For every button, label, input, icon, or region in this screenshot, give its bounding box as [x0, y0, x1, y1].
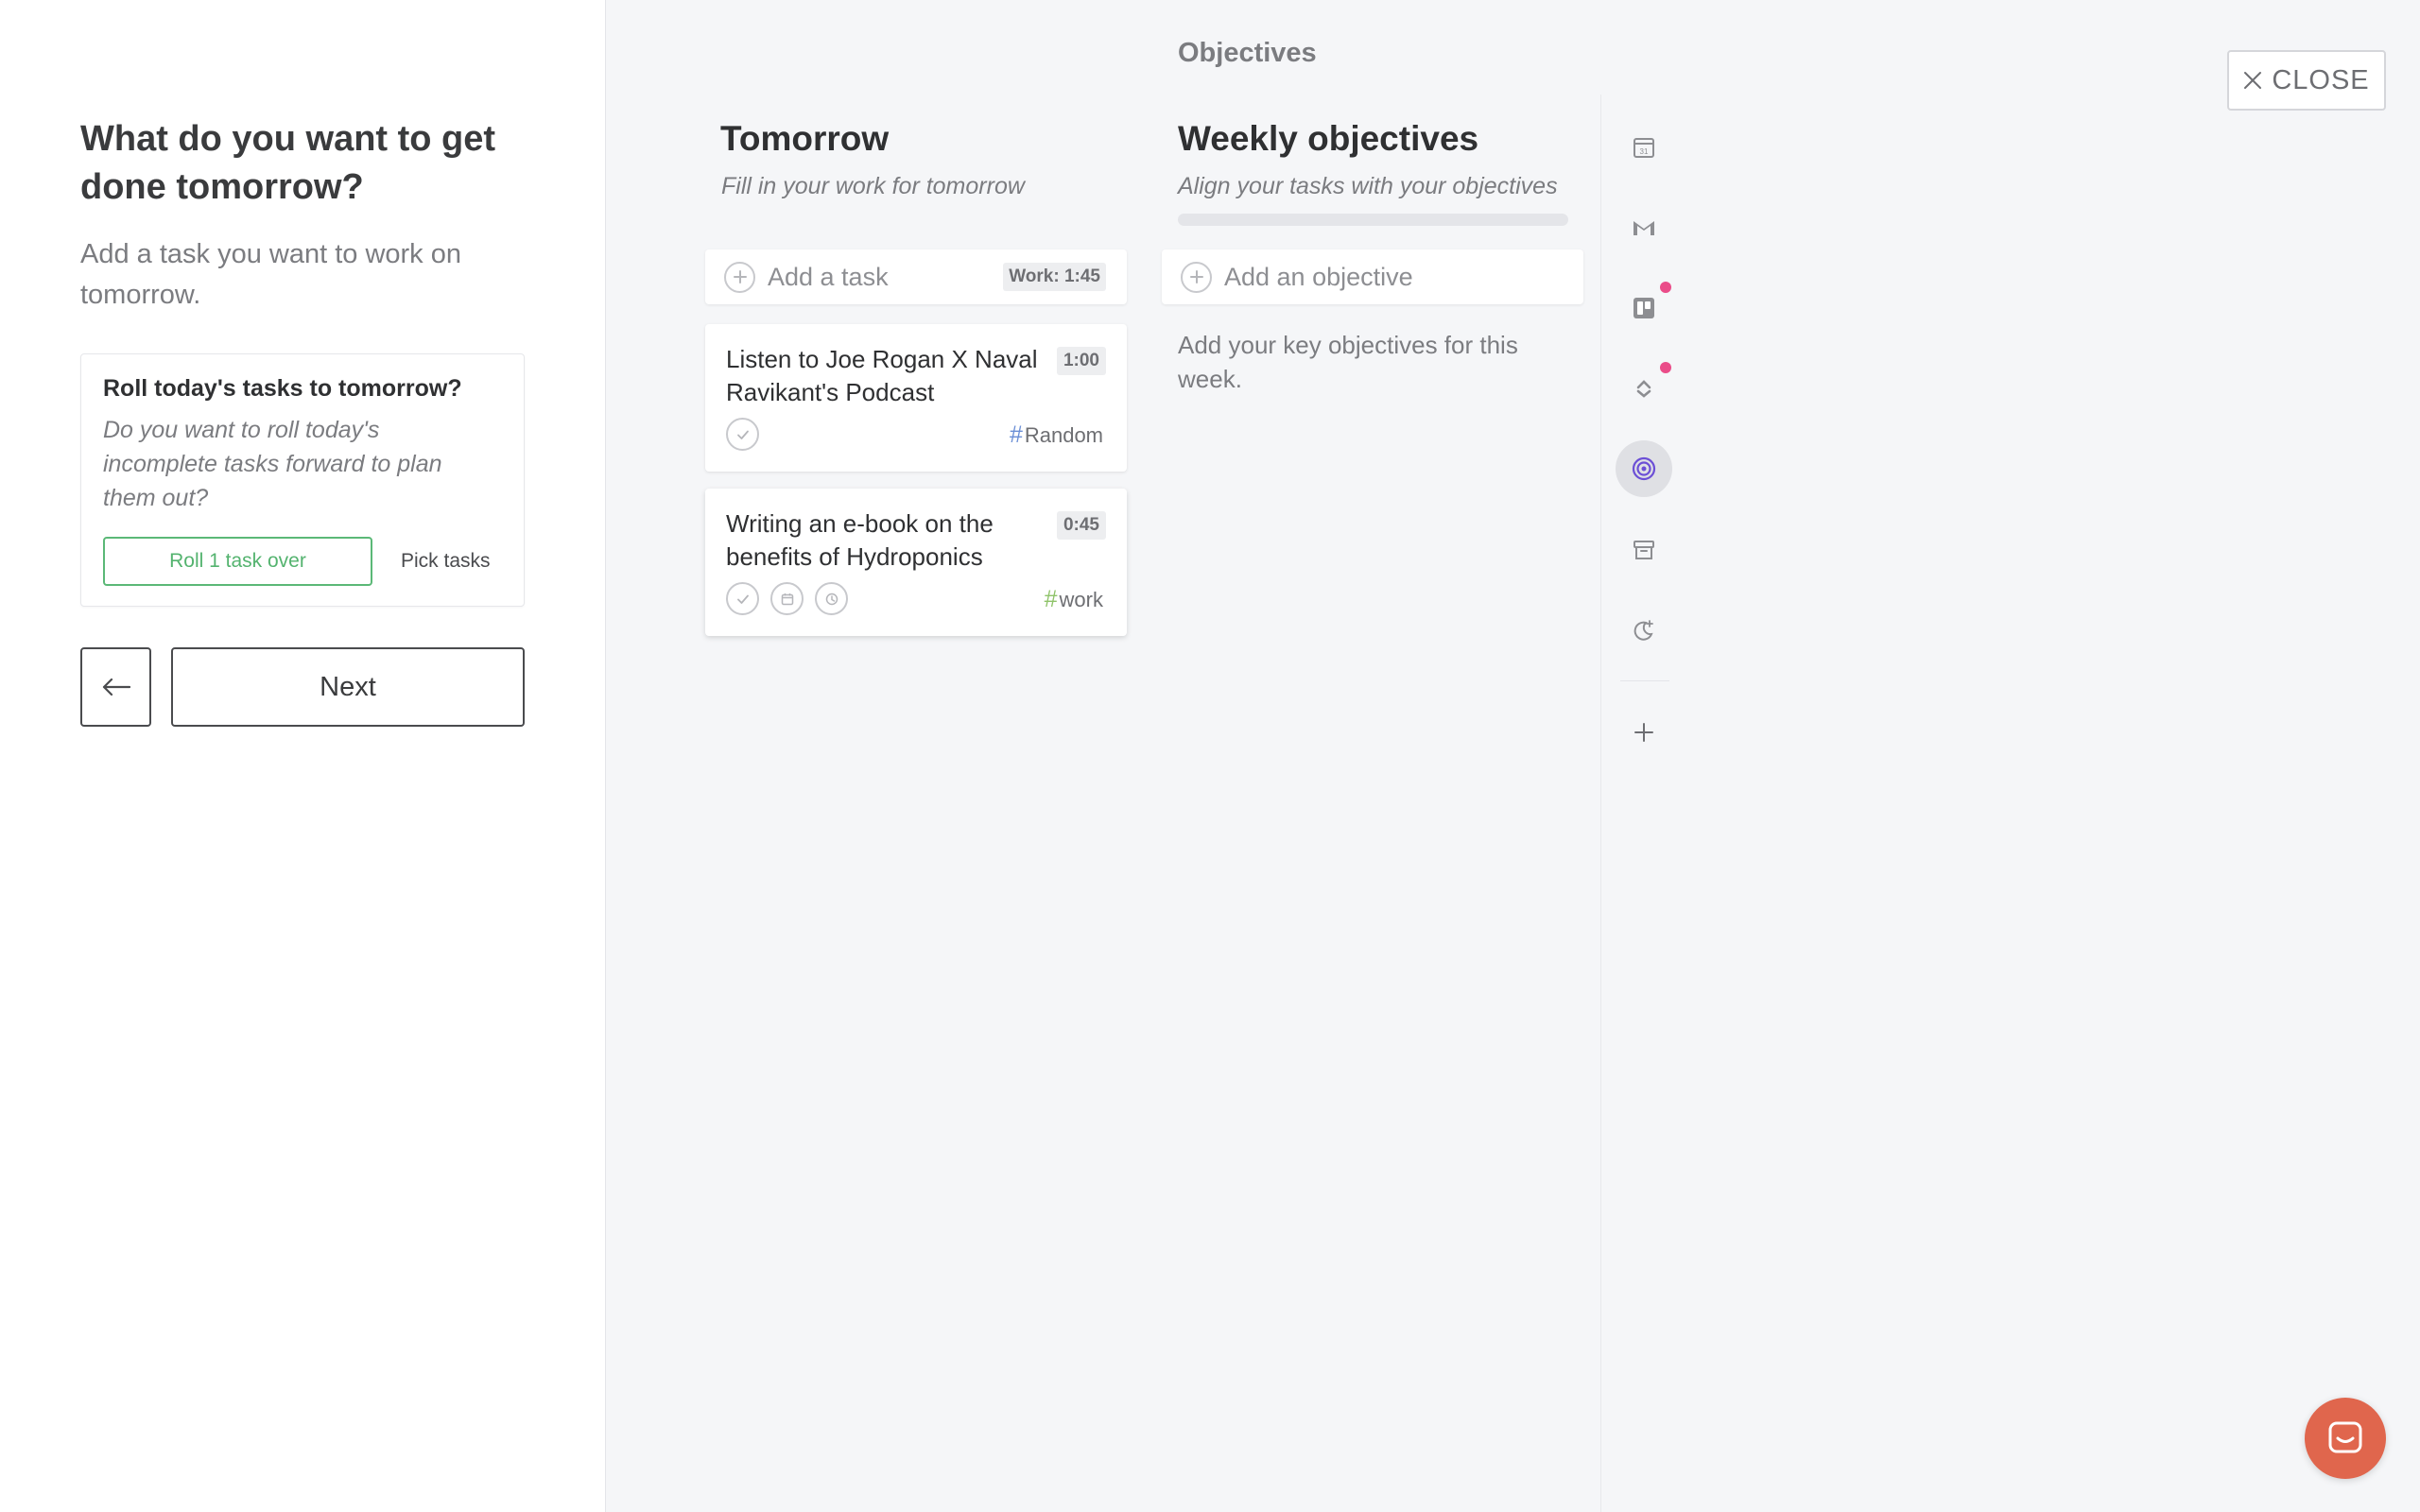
asana-icon[interactable] — [1622, 367, 1666, 410]
integrations-rail: 31 — [1600, 94, 1685, 1512]
close-icon — [2244, 72, 2262, 89]
hash-icon: # — [1044, 586, 1058, 612]
task-channel-tag[interactable]: #work — [1045, 586, 1103, 613]
task-card[interactable]: Listen to Joe Rogan X Naval Ravikant's P… — [705, 324, 1127, 472]
work-total-badge: Work: 1:45 — [1003, 263, 1106, 291]
task-title: Writing an e-book on the benefits of Hyd… — [726, 509, 994, 571]
weekly-objectives-title: Weekly objectives — [1178, 119, 1479, 158]
task-card[interactable]: Writing an e-book on the benefits of Hyd… — [705, 489, 1127, 636]
trello-icon[interactable] — [1622, 286, 1666, 330]
svg-text:31: 31 — [1640, 147, 1649, 156]
roll-card-title: Roll today's tasks to tomorrow? — [103, 375, 462, 402]
archive-icon[interactable] — [1622, 528, 1666, 572]
task-title: Listen to Joe Rogan X Naval Ravikant's P… — [726, 345, 1038, 406]
rail-divider — [1620, 680, 1669, 681]
check-icon[interactable] — [726, 582, 759, 615]
calendar-icon[interactable]: 31 — [1622, 126, 1666, 169]
page-heading: What do you want to get done tomorrow? — [80, 119, 496, 207]
gmail-icon[interactable] — [1622, 206, 1666, 249]
trello-notification-dot — [1660, 282, 1671, 293]
roll-task-over-button[interactable]: Roll 1 task over — [103, 537, 372, 586]
objectives-icon[interactable] — [1616, 440, 1672, 497]
objectives-empty-hint: Add your key objectives for this week. — [1178, 331, 1518, 393]
add-task-input[interactable]: Add a task Work: 1:45 — [705, 249, 1127, 304]
task-tag-label: Random — [1024, 423, 1103, 447]
plus-icon — [724, 261, 755, 293]
asana-notification-dot — [1660, 362, 1671, 373]
tomorrow-title: Tomorrow — [720, 119, 890, 158]
left-panel: What do you want to get done tomorrow? A… — [0, 0, 606, 1512]
page-title: Objectives — [1178, 38, 1317, 68]
add-objective-input[interactable]: Add an objective — [1162, 249, 1583, 304]
task-channel-tag[interactable]: #Random — [1010, 421, 1103, 449]
add-task-label: Add a task — [768, 262, 889, 291]
hash-icon: # — [1009, 421, 1023, 448]
clock-icon[interactable] — [815, 582, 848, 615]
roll-tasks-card: Roll today's tasks to tomorrow? Do you w… — [80, 353, 525, 607]
arrow-left-icon — [102, 678, 130, 696]
task-time-badge[interactable]: 1:00 — [1056, 347, 1106, 375]
shutdown-moon-icon[interactable] — [1622, 609, 1666, 652]
task-tag-label: work — [1059, 588, 1103, 611]
plus-icon — [1181, 261, 1212, 293]
tomorrow-subtitle: Fill in your work for tomorrow — [721, 173, 1025, 199]
chat-support-button[interactable] — [2305, 1398, 2386, 1479]
objectives-progress-bar — [1178, 214, 1568, 226]
pick-tasks-button[interactable]: Pick tasks — [401, 537, 491, 586]
weekly-objectives-subtitle: Align your tasks with your objectives — [1178, 173, 1558, 199]
close-button[interactable]: CLOSE — [2227, 50, 2386, 111]
back-button[interactable] — [80, 647, 151, 727]
check-icon[interactable] — [726, 418, 759, 451]
close-label: CLOSE — [2272, 64, 2370, 95]
roll-card-text: Do you want to roll today's incomplete t… — [103, 417, 442, 511]
add-objective-label: Add an objective — [1224, 262, 1413, 291]
task-time-badge[interactable]: 0:45 — [1056, 511, 1106, 540]
add-integration-icon[interactable] — [1622, 711, 1666, 754]
calendar-icon[interactable] — [770, 582, 804, 615]
next-button[interactable]: Next — [171, 647, 525, 727]
page-subheading: Add a task you want to work on tomorrow. — [80, 239, 461, 310]
chat-icon — [2328, 1421, 2362, 1453]
